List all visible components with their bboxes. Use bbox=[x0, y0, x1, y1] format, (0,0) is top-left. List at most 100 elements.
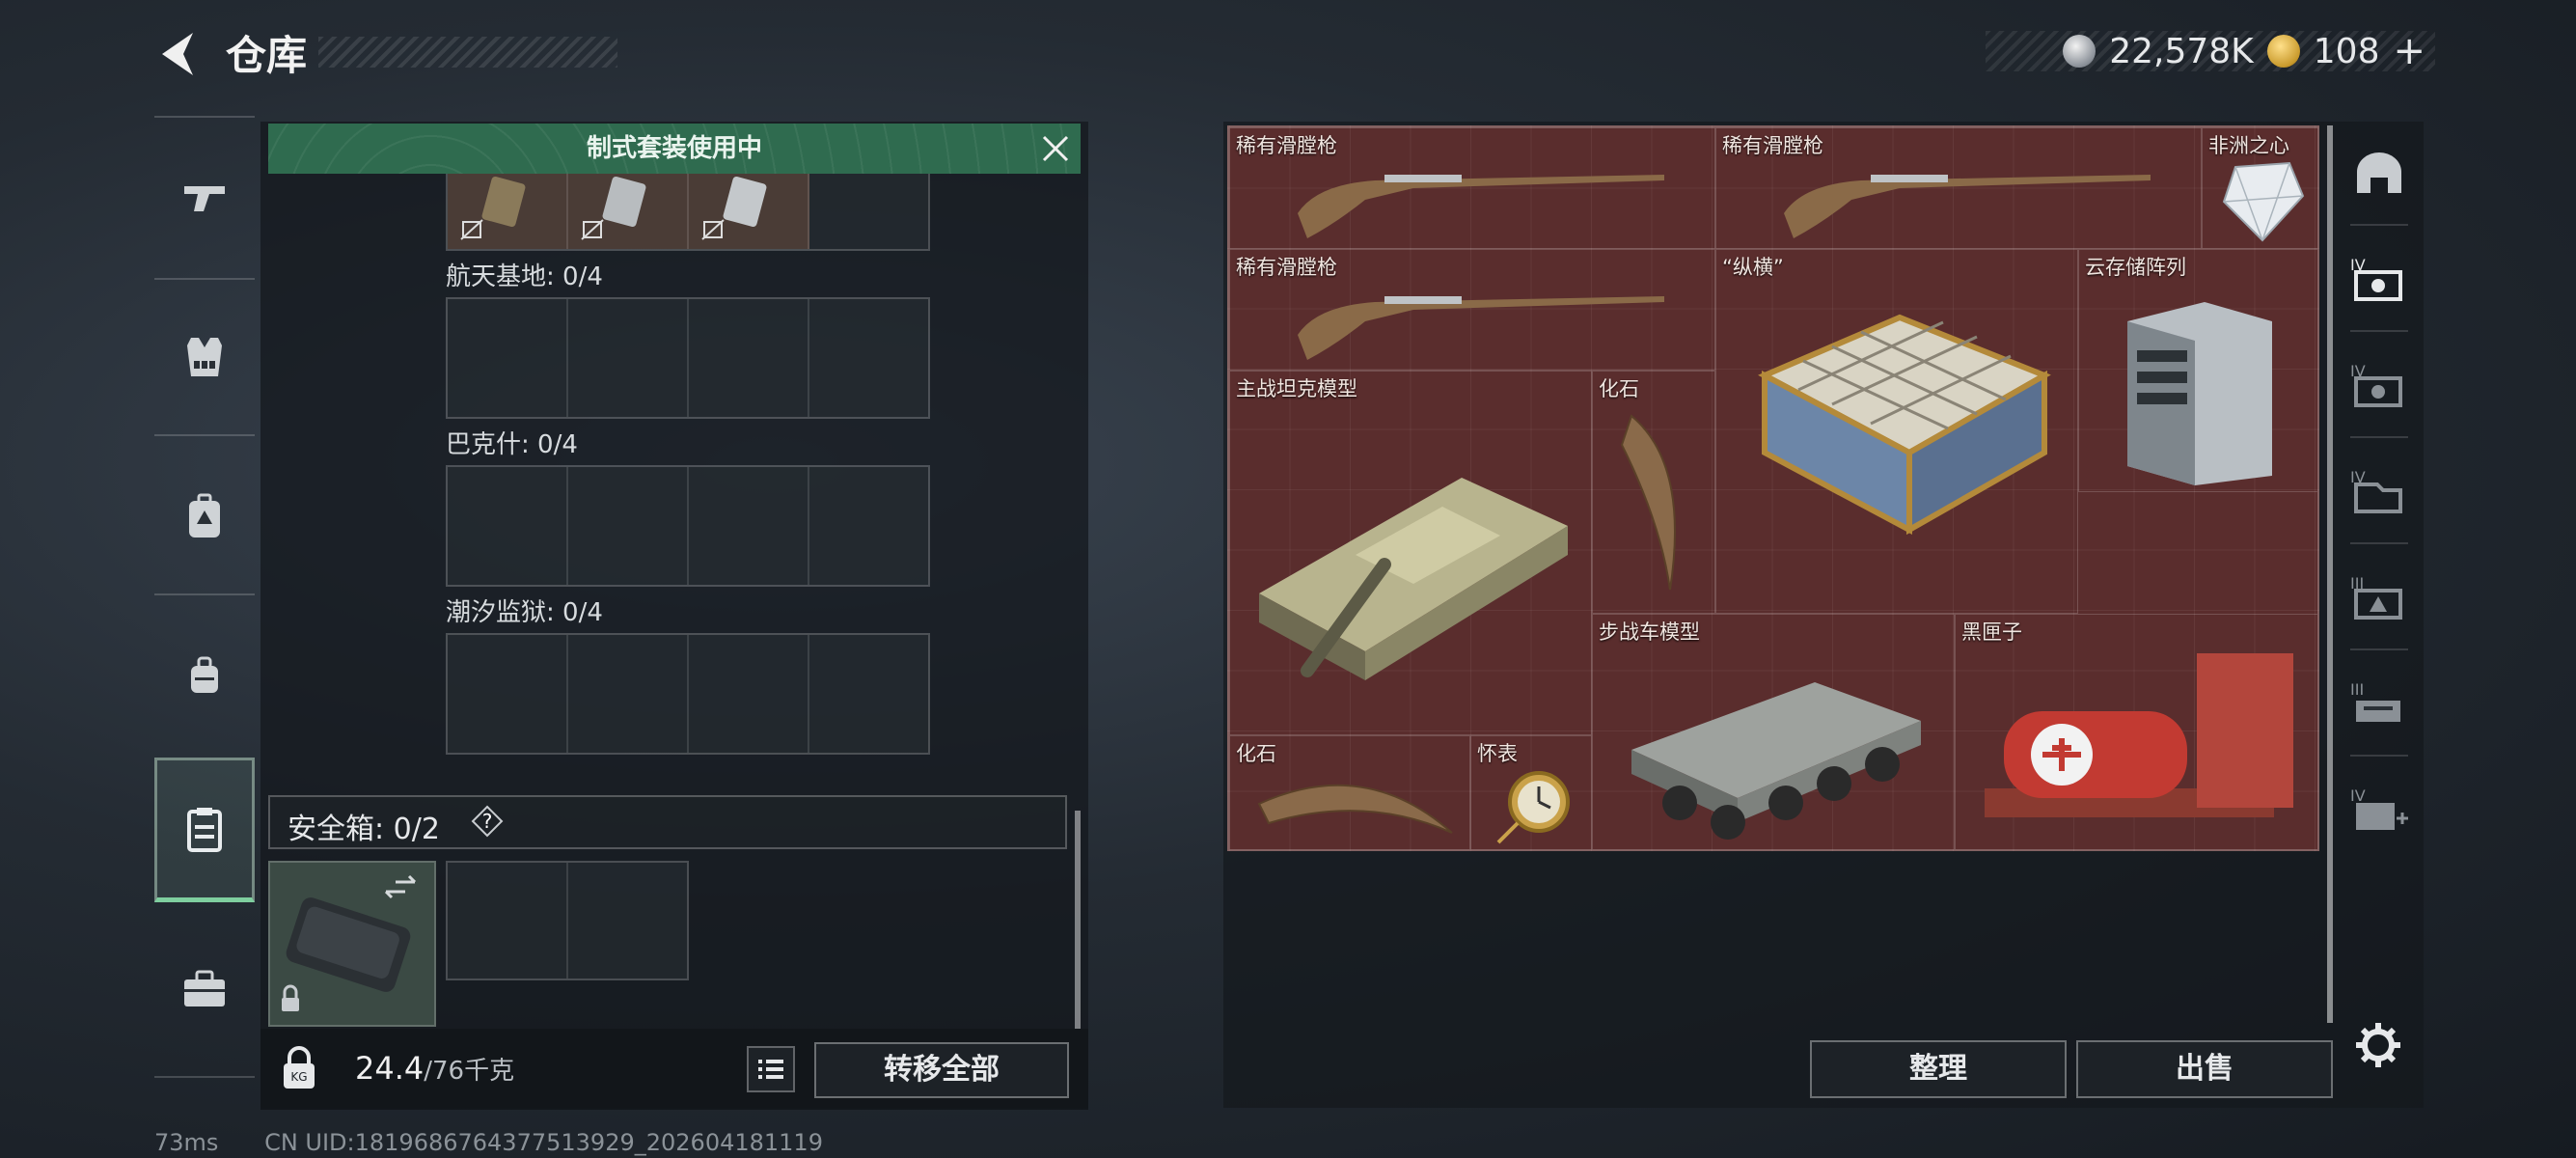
gun-icon bbox=[184, 186, 225, 211]
vest-icon bbox=[187, 338, 222, 376]
rail-item-toolbox[interactable] bbox=[154, 917, 255, 1062]
item-name: 主战坦克模型 bbox=[1236, 377, 1357, 400]
storage-tier-icon: IV bbox=[2350, 786, 2408, 830]
rail-item-bunker[interactable] bbox=[2343, 125, 2416, 222]
item-name: 化石 bbox=[1236, 742, 1276, 765]
musket-icon bbox=[1298, 175, 1664, 238]
svg-text:KG: KG bbox=[290, 1070, 307, 1084]
rail-item-safebox[interactable] bbox=[154, 758, 255, 902]
grid-item-fossil[interactable]: 化石 bbox=[1592, 371, 1715, 614]
item-name: 黑匣子 bbox=[1961, 620, 2022, 644]
weight-bar: KG 24.4/76千克 转移全部 bbox=[260, 1029, 1088, 1110]
bunker-icon bbox=[2357, 152, 2401, 193]
item-name: 化石 bbox=[1599, 377, 1639, 400]
storage-tier-icon: III bbox=[2350, 574, 2402, 620]
rail-item-tier-3[interactable]: IV bbox=[2343, 444, 2416, 540]
currency-bar: 22,578K 108 + bbox=[1986, 29, 2435, 73]
weight-icon: KG bbox=[284, 1046, 315, 1089]
list-view-button[interactable] bbox=[747, 1046, 795, 1092]
help-glyph: ? bbox=[482, 810, 493, 833]
slot-row-bakesh bbox=[446, 465, 930, 587]
empty-slot[interactable] bbox=[809, 635, 928, 753]
banner-text: 制式套装使用中 bbox=[586, 134, 762, 163]
transfer-all-button[interactable]: 转移全部 bbox=[814, 1042, 1069, 1098]
empty-slot[interactable] bbox=[809, 467, 928, 585]
list-icon bbox=[758, 1060, 783, 1079]
item-slot[interactable] bbox=[568, 174, 689, 249]
empty-slot[interactable] bbox=[568, 635, 689, 753]
close-icon[interactable] bbox=[1040, 133, 1071, 164]
grid-item-tank-model[interactable]: 主战坦克模型 bbox=[1229, 371, 1592, 735]
stash-grid: 稀有滑膛枪 稀有滑膛枪 非洲之心 稀有滑膛枪 “纵横” 云存储阵列 主战坦克模型… bbox=[1227, 125, 2319, 851]
ping-readout: 73ms bbox=[154, 1129, 219, 1156]
tier-label: IV bbox=[2350, 786, 2366, 805]
pocket-watch-icon bbox=[1496, 771, 1570, 844]
page-title: 仓库 bbox=[226, 32, 308, 79]
rail-item-backpack[interactable] bbox=[154, 444, 255, 589]
rail-item-pouch[interactable] bbox=[154, 603, 255, 748]
empty-slot[interactable] bbox=[568, 863, 687, 979]
fossil-claw-icon bbox=[1257, 784, 1453, 834]
lock-icon bbox=[282, 998, 299, 1011]
grid-item-musket[interactable]: 稀有滑膛枪 bbox=[1715, 127, 2202, 249]
empty-slot[interactable] bbox=[689, 299, 809, 417]
empty-slot[interactable] bbox=[568, 299, 689, 417]
gold-coin-amount: 108 bbox=[2313, 31, 2380, 71]
empty-slot[interactable] bbox=[809, 174, 928, 249]
empty-slot[interactable] bbox=[689, 635, 809, 753]
grid-item-musket[interactable]: 稀有滑膛枪 bbox=[1229, 249, 1715, 371]
rail-item-tier-4[interactable]: III bbox=[2343, 550, 2416, 647]
swap-icon bbox=[384, 874, 417, 899]
storage-tier-icon: III bbox=[2350, 680, 2400, 722]
empty-slot[interactable] bbox=[448, 299, 568, 417]
grid-item-musket[interactable]: 稀有滑膛枪 bbox=[1229, 127, 1715, 249]
grid-item-black-box[interactable]: 黑匣子 bbox=[1955, 614, 2317, 849]
pouch-icon bbox=[191, 656, 218, 693]
ifv-icon bbox=[1631, 682, 1921, 840]
back-button[interactable] bbox=[154, 27, 201, 81]
right-scrollbar[interactable] bbox=[2327, 125, 2333, 1023]
empty-slot[interactable] bbox=[809, 299, 928, 417]
grid-item-chess-set[interactable]: “纵横” bbox=[1715, 249, 2078, 614]
rail-item-weapons[interactable] bbox=[154, 125, 255, 270]
empty-slot[interactable] bbox=[689, 467, 809, 585]
empty-slot[interactable] bbox=[448, 467, 568, 585]
safebox-icon bbox=[187, 808, 222, 852]
gear-icon bbox=[2356, 1023, 2400, 1067]
help-icon[interactable]: ? bbox=[471, 805, 504, 838]
safebox-item[interactable] bbox=[268, 861, 436, 1027]
grid-item-cloud-storage[interactable]: 云存储阵列 bbox=[2078, 249, 2317, 492]
slot-row-tide-prison bbox=[446, 633, 930, 755]
grid-item-ifv-model[interactable]: 步战车模型 bbox=[1592, 614, 1955, 849]
left-scrollbar[interactable] bbox=[1075, 811, 1081, 1029]
item-slot[interactable] bbox=[448, 174, 568, 249]
storage-tier-icon: IV bbox=[2350, 256, 2402, 301]
weight-max: /76千克 bbox=[424, 1057, 515, 1086]
item-slot[interactable] bbox=[689, 174, 809, 249]
right-rail: IV IV IV III III IV bbox=[2343, 125, 2416, 1013]
rail-item-tier-5[interactable]: III bbox=[2343, 656, 2416, 753]
set-label-tide-prison: 潮汐监狱: 0/4 bbox=[446, 598, 603, 627]
empty-slot[interactable] bbox=[448, 635, 568, 753]
safebox-slots bbox=[446, 861, 689, 980]
item-name: “纵横” bbox=[1722, 256, 1784, 279]
empty-slot[interactable] bbox=[568, 467, 689, 585]
grid-item-fossil[interactable]: 化石 bbox=[1229, 735, 1470, 849]
safebox-case-icon bbox=[282, 874, 417, 1011]
rail-item-tier-2[interactable]: IV bbox=[2343, 338, 2416, 434]
sort-button[interactable]: 整理 bbox=[1810, 1040, 2067, 1098]
item-card-icon bbox=[460, 177, 526, 240]
settings-button[interactable] bbox=[2354, 1021, 2402, 1069]
sell-button[interactable]: 出售 bbox=[2076, 1040, 2333, 1098]
fossil-claw-icon bbox=[1620, 414, 1676, 591]
grid-item-pocket-watch[interactable]: 怀表 bbox=[1470, 735, 1592, 849]
rail-item-tier-1[interactable]: IV bbox=[2343, 232, 2416, 328]
add-currency-button[interactable]: + bbox=[2393, 29, 2425, 73]
grid-item-heart-of-africa[interactable]: 非洲之心 bbox=[2202, 127, 2317, 249]
rail-item-vest[interactable] bbox=[154, 285, 255, 429]
weight-current: 24.4 bbox=[355, 1050, 425, 1087]
safebox-header: 安全箱: 0/2 ? bbox=[268, 795, 1067, 849]
rail-item-tier-6[interactable]: IV bbox=[2343, 762, 2416, 859]
empty-slot[interactable] bbox=[448, 863, 568, 979]
chessboard-icon bbox=[1758, 314, 2051, 536]
